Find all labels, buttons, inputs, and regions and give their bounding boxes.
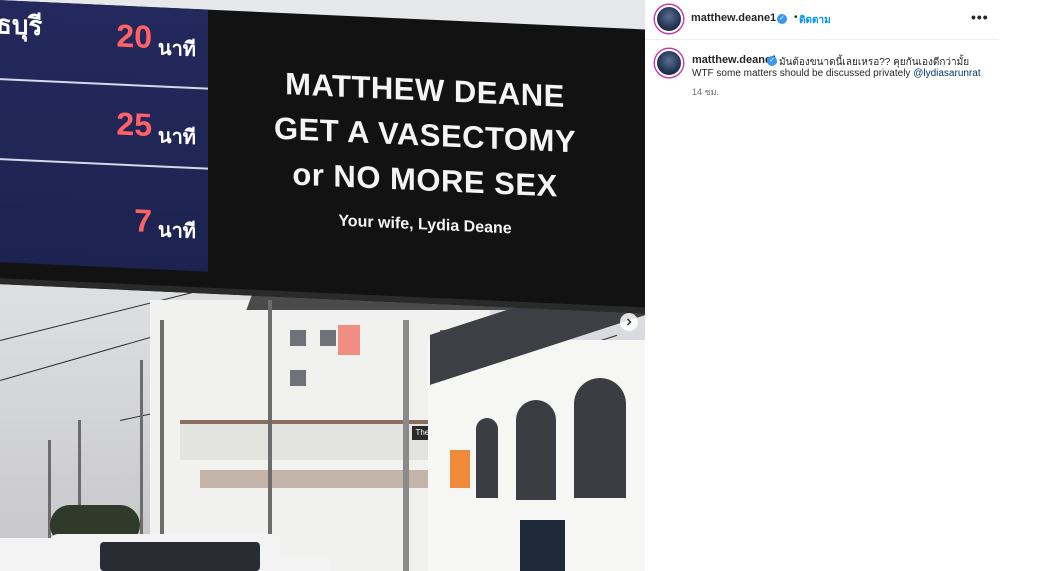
orange-sign [450, 450, 470, 488]
message-signature: Your wife, Lydia Deane [338, 212, 512, 238]
travel-time-row: 7 นาที [0, 160, 208, 250]
minutes-value: 20 [116, 17, 152, 56]
arched-window [516, 400, 556, 500]
post-media[interactable]: The Cavalry ธบุรี 20 นาที 25 นาที [0, 0, 645, 571]
travel-time-panel: ธบุรี 20 นาที 25 นาที 7 นาที [0, 0, 208, 272]
arched-window [574, 378, 626, 498]
minutes-unit: นาที [157, 125, 196, 150]
minutes-unit: นาที [157, 37, 196, 62]
caption-text-english: WTF some matters should be discussed pri… [692, 68, 981, 79]
avatar[interactable] [655, 49, 683, 77]
separator-dot: • [794, 12, 798, 23]
logo-sign [338, 325, 360, 355]
window [290, 330, 306, 346]
shop-door [520, 520, 565, 571]
billboard: ธบุรี 20 นาที 25 นาที 7 นาที MATTHEW DEA… [0, 0, 645, 314]
destination-label: ธบุรี [0, 9, 43, 42]
page-gutter [998, 0, 1051, 571]
follow-button[interactable]: ติดตาม [799, 13, 831, 28]
post-header: matthew.deane1 ✓ • ติดตาม ••• [645, 0, 998, 40]
post-details-panel: matthew.deane1 ✓ • ติดตาม ••• matthew.de… [645, 0, 998, 571]
verified-badge-icon: ✓ [777, 14, 787, 24]
billboard-message: MATTHEW DEANE GET A VASECTOMY or NO MORE… [208, 10, 642, 292]
verified-badge-icon: ✓ [767, 56, 777, 66]
more-options-icon[interactable]: ••• [971, 9, 989, 25]
car [270, 556, 330, 571]
chevron-right-icon [627, 318, 632, 326]
minutes-unit: นาที [157, 219, 196, 244]
window [290, 370, 306, 386]
car-window [100, 542, 260, 571]
arched-window [476, 418, 498, 498]
travel-time-row: 25 นาที [0, 80, 208, 170]
next-media-button[interactable] [620, 313, 638, 331]
header-username[interactable]: matthew.deane1 [691, 12, 776, 24]
minutes-value: 7 [134, 202, 152, 240]
utility-pole [268, 300, 272, 571]
caption-english-body: WTF some matters should be discussed pri… [692, 68, 914, 79]
post-timestamp[interactable]: 14 ชม. [692, 85, 719, 99]
caption-username[interactable]: matthew.deane1 [692, 54, 777, 66]
minutes-value: 25 [116, 105, 152, 144]
utility-pole [403, 320, 409, 571]
window [320, 330, 336, 346]
travel-time-row: ธบุรี 20 นาที [0, 0, 208, 90]
balcony-row [180, 420, 430, 460]
avatar[interactable] [655, 5, 683, 33]
mention-link[interactable]: @lydiasarunrat [913, 68, 980, 79]
